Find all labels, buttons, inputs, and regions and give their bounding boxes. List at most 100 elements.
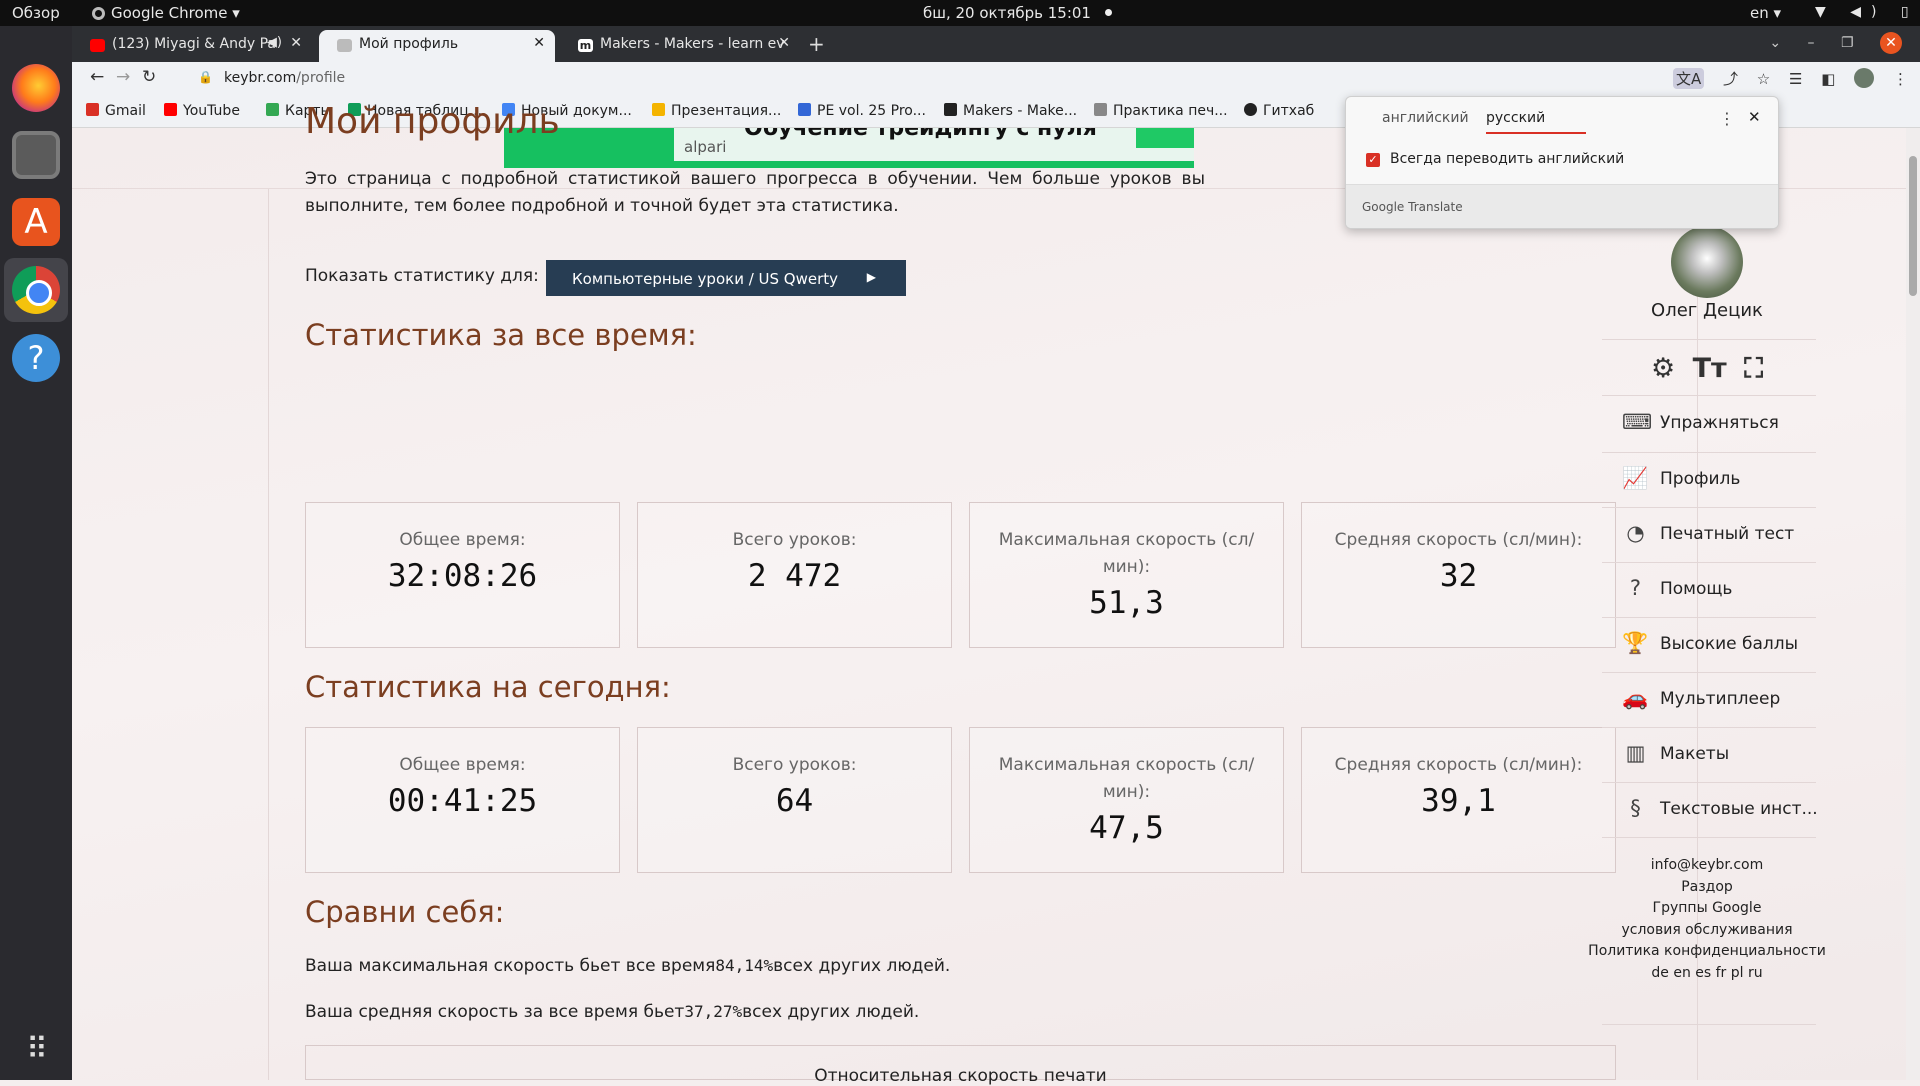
email-link[interactable]: info@keybr.com (1552, 855, 1862, 877)
share-icon[interactable]: ⤴ (1723, 68, 1738, 89)
bookmark-star-icon[interactable]: ☆ (1757, 70, 1770, 88)
sidebar-item-typing-test[interactable]: ◔ Печатный тест (1602, 508, 1816, 562)
stat-value: 32 (1439, 558, 1478, 594)
privacy-link[interactable]: Политика конфиденциальности (1552, 941, 1862, 963)
files-icon[interactable] (12, 131, 60, 179)
settings-gear-icon[interactable]: ⚙ (1651, 353, 1675, 384)
fullscreen-icon[interactable]: ⛶ (1744, 353, 1763, 385)
font-size-icon[interactable]: Tт (1693, 353, 1727, 384)
sidebar-divider (1602, 837, 1816, 838)
close-tab-icon[interactable]: ✕ (533, 35, 545, 51)
minimize-icon[interactable]: – (1808, 35, 1815, 51)
sidebar-item-multiplayer[interactable]: 🚗 Мультиплеер (1602, 673, 1816, 727)
reading-list-icon[interactable]: ☰ (1789, 70, 1802, 88)
tab-title: (123) Miyagi & Andy Pa (112, 36, 276, 52)
google-groups-link[interactable]: Группы Google (1552, 898, 1862, 920)
activities-button[interactable]: Обзор (12, 4, 60, 22)
bookmark-github[interactable]: Гитхаб (1244, 103, 1314, 119)
software-store-icon[interactable]: A (12, 198, 60, 246)
sidebar-item-help[interactable]: ? Помощь (1602, 563, 1816, 617)
kebab-menu-icon[interactable]: ⋮ (1893, 70, 1908, 88)
bookmark-label: PE vol. 25 Pro... (817, 103, 926, 119)
clock[interactable]: бш, 20 октябрь 15:01 (923, 4, 1112, 22)
ad-banner[interactable]: alpari Обучение трейдингу с нуля (504, 128, 1194, 168)
side-panel-icon[interactable]: ◧ (1821, 70, 1835, 88)
forward-icon[interactable]: → (116, 67, 130, 87)
close-tab-icon[interactable]: ✕ (778, 35, 790, 51)
help-icon[interactable]: ? (12, 334, 60, 382)
translate-icon[interactable]: 文A (1672, 68, 1705, 89)
app-menu[interactable]: Google Chrome ▾ (92, 4, 240, 22)
username[interactable]: Олег Децик (1552, 300, 1862, 321)
bookmark-pe[interactable]: PE vol. 25 Pro... (798, 103, 926, 119)
audio-playing-icon[interactable]: ◀) (267, 35, 282, 50)
tab-profile[interactable]: Мой профиль ✕ (319, 30, 555, 62)
new-tab-button[interactable]: + (808, 32, 825, 56)
avatar[interactable] (1671, 226, 1743, 298)
sidebar-item-layouts[interactable]: ▥ Макеты (1602, 728, 1816, 782)
show-apps-icon[interactable]: ⠿ (12, 1026, 60, 1074)
always-translate-label[interactable]: Всегда переводить английский (1390, 151, 1624, 167)
bookmark-gmail[interactable]: Gmail (86, 103, 146, 119)
bookmark-label: Практика печ... (1113, 103, 1228, 119)
tab-makers[interactable]: m Makers - Makers - learn ev ✕ (560, 30, 800, 62)
gmail-icon (86, 103, 99, 116)
scrollbar[interactable] (1906, 128, 1920, 1080)
firefox-icon[interactable] (12, 64, 60, 112)
tab-youtube[interactable]: (123) Miyagi & Andy Pa ◀) ✕ (72, 30, 312, 62)
sidebar-item-label: Высокие баллы (1660, 634, 1799, 654)
translate-tab-russian[interactable]: русский (1486, 110, 1545, 126)
tab-search-icon[interactable]: ⌄ (1769, 35, 1781, 51)
slides-icon (652, 103, 665, 116)
page-icon (337, 39, 352, 52)
stat-value: 47,5 (1089, 810, 1164, 846)
bookmark-label: Гитхаб (1263, 103, 1315, 119)
terms-link[interactable]: условия обслуживания (1552, 920, 1862, 942)
translate-menu-icon[interactable]: ⋮ (1719, 109, 1735, 128)
chrome-icon[interactable] (12, 266, 60, 314)
profile-avatar-icon[interactable] (1854, 68, 1875, 88)
system-status-icons[interactable]: ▼ ◀) ▯ ▾ (1815, 4, 1920, 20)
translate-tab-english[interactable]: английский (1382, 110, 1469, 126)
close-icon[interactable]: ✕ (1748, 108, 1761, 126)
all-time-heading: Статистика за все время: (305, 318, 697, 352)
ad-headline: Обучение трейдингу с нуля (744, 128, 1097, 141)
window-controls: ⌄ – ❐ ✕ (1747, 32, 1902, 54)
compare-heading: Сравни себя: (305, 895, 505, 929)
bookmark-makers[interactable]: Makers - Make... (944, 103, 1077, 119)
lock-icon[interactable]: 🔒 (198, 70, 213, 84)
scrollbar-thumb[interactable] (1909, 156, 1917, 296)
stat-label: Общее время: (399, 755, 526, 775)
stat-label: Средняя скорость (сл/мин): (1334, 755, 1583, 775)
stats-layout-select[interactable]: Компьютерные уроки / US Qwerty ▶ (546, 260, 906, 296)
dock: A ? ⠿ (0, 26, 72, 1080)
sidebar-item-practice[interactable]: ⌨ Упражняться (1602, 397, 1816, 451)
bookmark-typing[interactable]: Практика печ... (1094, 103, 1228, 119)
bookmark-youtube[interactable]: YouTube (164, 103, 240, 119)
reload-icon[interactable]: ↻ (142, 67, 156, 87)
tab-strip: (123) Miyagi & Andy Pa ◀) ✕ Мой профиль … (72, 26, 1920, 62)
select-value: Компьютерные уроки / US Qwerty (572, 270, 839, 288)
language-links[interactable]: de en es fr pl ru (1552, 963, 1862, 985)
discord-link[interactable]: Раздор (1552, 877, 1862, 899)
close-window-icon[interactable]: ✕ (1880, 32, 1902, 54)
address-bar[interactable]: 🔒 keybr.com/profile (184, 65, 1724, 93)
back-icon[interactable]: ← (90, 67, 104, 87)
keyboard-layout-indicator[interactable]: en ▾ (1750, 4, 1781, 22)
restore-icon[interactable]: ❐ (1841, 35, 1854, 51)
sidebar-item-text-tools[interactable]: § Текстовые инст... (1602, 783, 1816, 837)
sidebar-item-profile[interactable]: 📈 Профиль (1602, 453, 1816, 507)
speedometer-icon: ◔ (1626, 521, 1645, 545)
stat-card-lessons: Всего уроков: 64 (637, 727, 952, 873)
sidebar-item-high-scores[interactable]: 🏆 Высокие баллы (1602, 618, 1816, 672)
google-translate-logo: Google Translate (1362, 200, 1463, 214)
bookmark-label: Gmail (105, 103, 146, 119)
sidebar-divider (1602, 1024, 1816, 1025)
close-tab-icon[interactable]: ✕ (290, 35, 302, 51)
car-icon: 🚗 (1622, 686, 1649, 710)
relative-speed-title: Относительная скорость печати (814, 1066, 1107, 1086)
ad-button[interactable] (1136, 128, 1194, 148)
bookmark-slides[interactable]: Презентация... (652, 103, 781, 119)
always-translate-checkbox[interactable]: ✓ (1366, 153, 1380, 167)
today-heading: Статистика на сегодня: (305, 670, 671, 704)
